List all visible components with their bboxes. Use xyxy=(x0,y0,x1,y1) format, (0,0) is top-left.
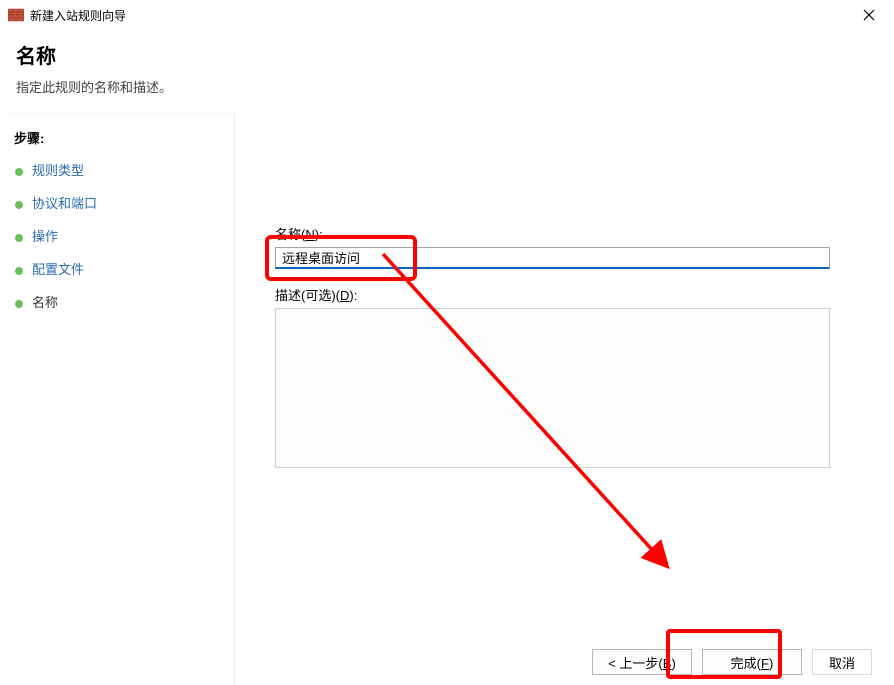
page-subtitle: 指定此规则的名称和描述。 xyxy=(16,77,878,96)
name-input-wrap xyxy=(275,247,830,269)
step-name[interactable]: 名称 xyxy=(0,285,234,318)
label-key: D xyxy=(340,288,349,303)
description-field-label: 描述(可选)(D): xyxy=(275,285,854,304)
bullet-icon xyxy=(14,198,24,208)
wizard-button-row: < 上一步(B) 完成(F) 取消 xyxy=(592,649,872,675)
steps-heading: 步骤: xyxy=(0,122,234,153)
btn-suffix: ) xyxy=(769,656,773,671)
content-area: 步骤: 规则类型 协议和端口 操作 配置文件 xyxy=(0,114,894,685)
btn-key: F xyxy=(761,656,769,671)
titlebar: 新建入站规则向导 xyxy=(0,0,894,30)
bullet-icon xyxy=(14,231,24,241)
firewall-icon xyxy=(8,7,24,23)
step-action[interactable]: 操作 xyxy=(0,219,234,252)
btn-label: 取消 xyxy=(829,656,855,671)
step-label: 协议和端口 xyxy=(32,193,97,212)
label-key: N xyxy=(305,227,314,242)
steps-sidebar: 步骤: 规则类型 协议和端口 操作 配置文件 xyxy=(0,114,235,685)
bullet-icon xyxy=(14,264,24,274)
btn-suffix: ) xyxy=(671,656,675,671)
label-prefix: 描述(可选)( xyxy=(275,288,340,303)
page-title: 名称 xyxy=(16,40,878,69)
form-area: 名称(N): 描述(可选)(D): xyxy=(275,224,854,471)
bullet-icon xyxy=(14,165,24,175)
step-protocol-port[interactable]: 协议和端口 xyxy=(0,186,234,219)
label-suffix: ): xyxy=(315,227,323,242)
cancel-button[interactable]: 取消 xyxy=(812,649,872,675)
name-field-label: 名称(N): xyxy=(275,224,854,243)
back-button[interactable]: < 上一步(B) xyxy=(592,649,692,675)
description-textarea[interactable] xyxy=(275,308,830,468)
window-title: 新建入站规则向导 xyxy=(30,7,126,24)
label-prefix: 名称( xyxy=(275,227,305,242)
step-label: 规则类型 xyxy=(32,160,84,179)
finish-button[interactable]: 完成(F) xyxy=(702,649,802,675)
step-profile[interactable]: 配置文件 xyxy=(0,252,234,285)
main-panel: 名称(N): 描述(可选)(D): < 上一步(B) 完成(F) 取消 xyxy=(235,114,894,685)
btn-prefix: < 上一步( xyxy=(608,656,663,671)
close-icon xyxy=(863,9,875,21)
bullet-icon xyxy=(14,297,24,307)
label-suffix: ): xyxy=(349,288,357,303)
step-label: 名称 xyxy=(32,292,58,311)
name-input[interactable] xyxy=(275,247,830,269)
btn-prefix: 完成( xyxy=(731,656,761,671)
step-rule-type[interactable]: 规则类型 xyxy=(0,153,234,186)
step-label: 操作 xyxy=(32,226,58,245)
wizard-header: 名称 指定此规则的名称和描述。 xyxy=(0,30,894,114)
close-button[interactable] xyxy=(854,4,884,26)
step-label: 配置文件 xyxy=(32,259,84,278)
